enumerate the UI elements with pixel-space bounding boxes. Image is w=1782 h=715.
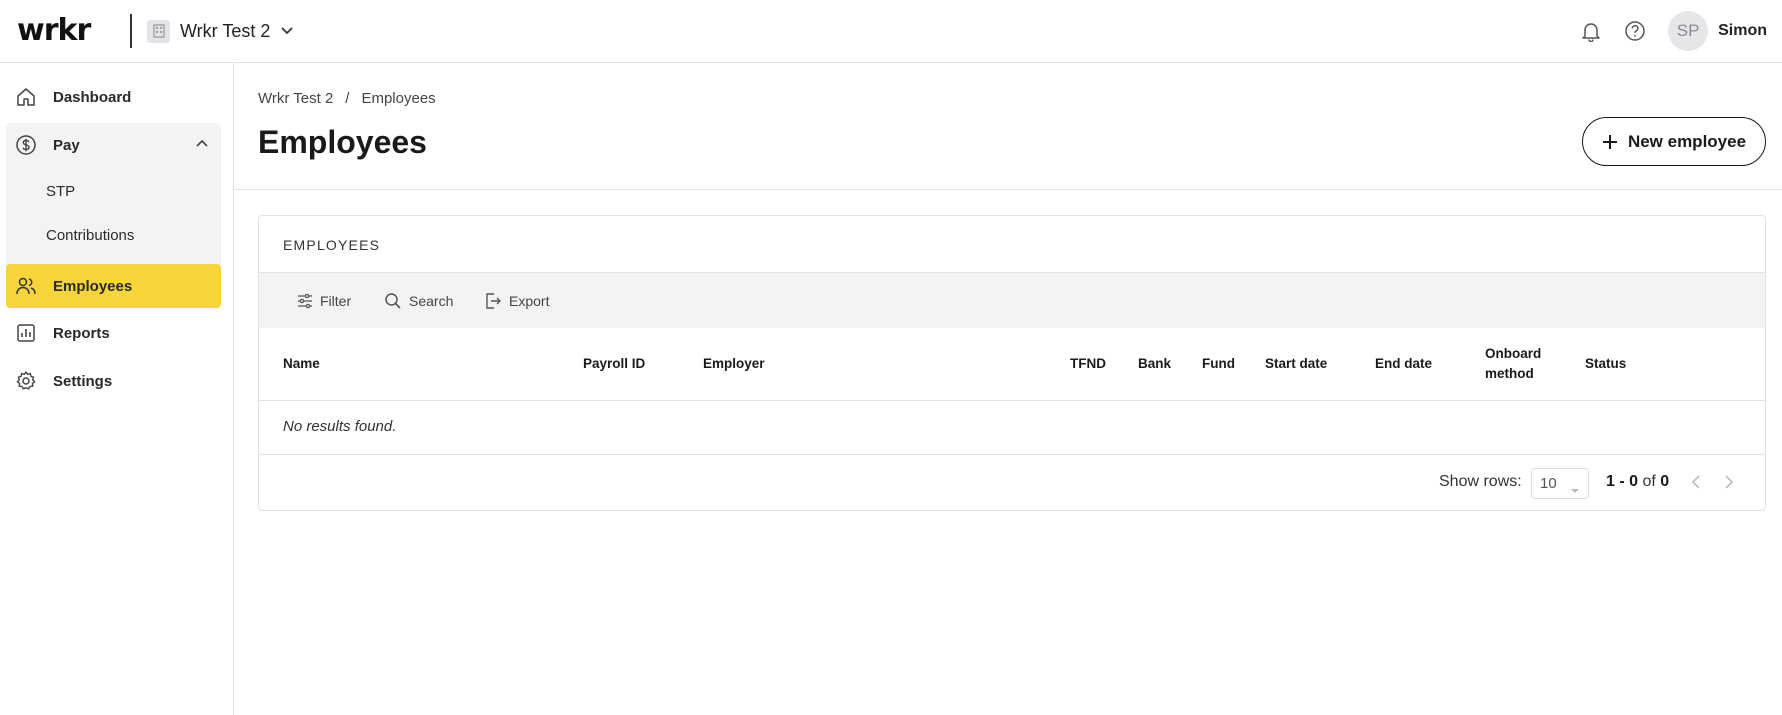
table-header: Name Payroll ID Employer TFND Bank Fund …	[259, 328, 1765, 401]
range-to: 0	[1629, 473, 1639, 490]
column-header-status[interactable]: Status	[1585, 354, 1626, 374]
chevron-down-icon	[280, 26, 294, 36]
next-page-button[interactable]	[1719, 474, 1739, 494]
header-divider	[130, 14, 132, 48]
org-name: Wrkr Test 2	[180, 20, 271, 41]
column-header-bank[interactable]: Bank	[1138, 354, 1171, 374]
prev-page-button[interactable]	[1686, 474, 1706, 494]
home-icon	[15, 86, 37, 108]
search-label: Search	[409, 293, 454, 309]
sidebar-subitem-stp[interactable]: STP	[46, 183, 75, 200]
building-icon	[147, 19, 170, 43]
plus-icon	[1602, 134, 1618, 150]
sidebar-item-settings[interactable]: Settings	[6, 359, 221, 403]
export-label: Export	[509, 293, 550, 309]
rows-per-page-select[interactable]: 10	[1531, 468, 1589, 499]
employees-card: EMPLOYEES Filter Search Export Name Payr…	[258, 215, 1766, 511]
range-total: 0	[1660, 473, 1670, 490]
export-icon	[484, 292, 502, 310]
chart-icon	[15, 322, 37, 344]
page-title: Employees	[258, 124, 427, 160]
header-actions: SP Simon	[1576, 11, 1767, 51]
filter-icon	[297, 293, 313, 309]
sidebar-item-label: Settings	[53, 372, 113, 390]
column-header-end-date[interactable]: End date	[1375, 354, 1432, 374]
filter-label: Filter	[320, 293, 352, 309]
user-name[interactable]: Simon	[1718, 22, 1767, 40]
users-icon	[15, 275, 37, 297]
avatar[interactable]: SP	[1668, 11, 1709, 51]
bell-icon[interactable]	[1576, 16, 1606, 46]
column-header-tfnd[interactable]: TFND	[1070, 354, 1106, 374]
column-header-employer[interactable]: Employer	[703, 354, 765, 374]
sidebar-item-label: Dashboard	[53, 88, 132, 106]
sidebar-item-employees[interactable]: Employees	[6, 264, 221, 308]
chevron-up-icon[interactable]	[195, 137, 209, 156]
empty-state-text: No results found.	[283, 418, 397, 435]
chevron-left-icon	[1691, 474, 1701, 494]
export-button[interactable]: Export	[484, 273, 549, 329]
breadcrumb-link-org[interactable]: Wrkr Test 2	[258, 90, 333, 107]
dollar-circle-icon	[15, 134, 37, 156]
wrkr-logo[interactable]: wrkr	[17, 13, 91, 48]
sidebar-item-label: Reports	[53, 324, 110, 342]
show-rows-label: Show rows:	[1439, 473, 1522, 490]
sidebar-item-dashboard[interactable]: Dashboard	[6, 75, 221, 119]
filter-button[interactable]: Filter	[297, 273, 351, 329]
search-button[interactable]: Search	[384, 273, 453, 329]
column-header-start-date[interactable]: Start date	[1265, 354, 1327, 374]
breadcrumb-separator: /	[345, 90, 350, 107]
new-employee-button[interactable]: New employee	[1582, 117, 1766, 166]
sidebar-item-label: Employees	[53, 277, 133, 295]
page-header-divider	[234, 189, 1782, 190]
new-employee-label: New employee	[1627, 131, 1747, 151]
column-header-fund[interactable]: Fund	[1202, 354, 1235, 374]
top-header: wrkr Wrkr Test 2 SP Simon	[0, 0, 1782, 63]
range-dash: -	[1619, 473, 1625, 490]
column-header-payroll-id[interactable]: Payroll ID	[583, 354, 645, 374]
sidebar-item-label: Pay	[53, 136, 80, 154]
sidebar-item-reports[interactable]: Reports	[6, 311, 221, 355]
column-header-name[interactable]: Name	[283, 354, 320, 374]
range-from: 1	[1606, 473, 1615, 490]
breadcrumb-current: Employees	[361, 90, 436, 107]
gear-icon	[15, 370, 37, 392]
help-icon[interactable]	[1620, 16, 1650, 46]
search-icon	[384, 292, 402, 310]
pagination-range: 1 - 0 of 0	[1606, 473, 1669, 491]
rows-per-page-value: 10	[1540, 475, 1557, 492]
chevron-right-icon	[1724, 474, 1734, 494]
table-pagination: Show rows: 10 1 - 0 of 0	[259, 455, 1765, 510]
breadcrumb: Wrkr Test 2 / Employees	[258, 90, 436, 107]
logo-text: wrkr	[17, 13, 91, 48]
caret-down-icon	[1570, 481, 1580, 498]
card-title: EMPLOYEES	[283, 237, 381, 253]
range-of: of	[1642, 473, 1656, 490]
sidebar-item-pay[interactable]: Pay	[6, 123, 221, 167]
column-header-onboard-method[interactable]: Onboard method	[1485, 344, 1555, 384]
table-toolbar: Filter Search Export	[259, 272, 1765, 328]
org-switcher[interactable]: Wrkr Test 2	[147, 17, 294, 45]
sidebar: Dashboard Pay STP Contributions Employee…	[0, 63, 234, 715]
sidebar-subitem-contributions[interactable]: Contributions	[46, 227, 134, 244]
